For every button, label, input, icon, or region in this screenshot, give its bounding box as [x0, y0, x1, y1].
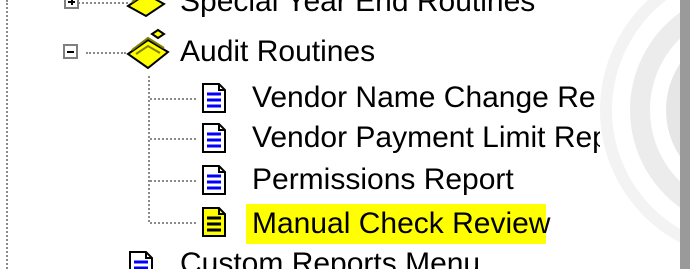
tree-item-manual-check-review[interactable]: Manual Check Review	[252, 206, 550, 242]
tree-item-permissions-report[interactable]: Permissions Report	[252, 162, 514, 198]
watermark-logo	[600, 0, 690, 248]
document-icon	[202, 165, 226, 195]
document-icon	[202, 123, 226, 153]
menu-tree: Special Year End Routines Audit Routines…	[0, 0, 600, 269]
document-icon	[202, 207, 226, 237]
window-edge	[680, 0, 690, 269]
tree-left-border	[6, 0, 8, 269]
collapse-minus-icon[interactable]	[63, 44, 78, 59]
tree-item-vendor-payment-limit-report[interactable]: Vendor Payment Limit Rep	[252, 120, 600, 156]
expand-plus-icon[interactable]	[64, 0, 79, 9]
tree-connector-line	[78, 2, 128, 4]
tree-connector-line	[150, 98, 196, 100]
tree-item-custom-reports-menu[interactable]: Custom Reports Menu	[180, 246, 480, 269]
document-icon	[202, 83, 226, 113]
document-icon	[129, 251, 153, 269]
folder-icon	[126, 0, 166, 18]
screenshot-viewport: Special Year End Routines Audit Routines…	[0, 0, 690, 269]
tree-connector-line	[150, 180, 196, 182]
tree-item-audit-routines[interactable]: Audit Routines	[180, 34, 375, 70]
tree-item-vendor-name-change-report[interactable]: Vendor Name Change Re	[252, 80, 596, 116]
tree-connector-line	[150, 138, 196, 140]
background-watermark-area	[600, 0, 690, 269]
folder-icon	[126, 28, 170, 70]
tree-connector-line	[86, 52, 126, 54]
tree-connector-line	[150, 222, 196, 224]
tree-item-special-year-end-routines[interactable]: Special Year End Routines	[180, 0, 535, 20]
